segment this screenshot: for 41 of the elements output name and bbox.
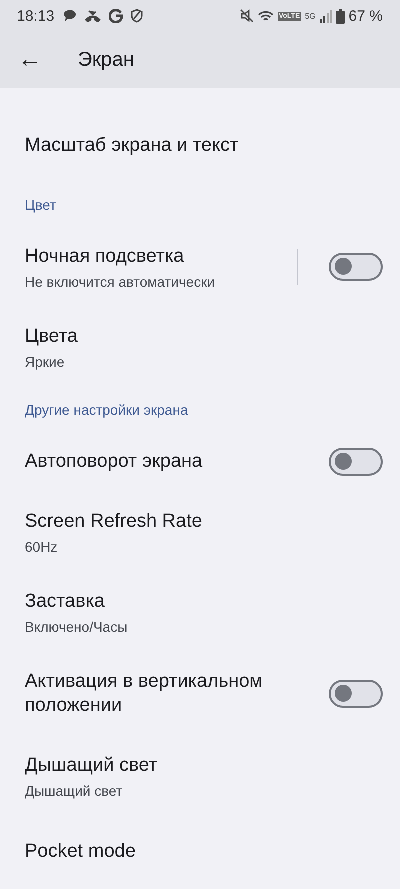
item-title: Цвета bbox=[25, 324, 79, 348]
status-time: 18:13 bbox=[17, 8, 55, 24]
settings-item[interactable]: Ночная подсветка Не включится автоматически bbox=[0, 227, 400, 307]
item-summary: Не включится автоматически bbox=[25, 274, 216, 290]
item-title: Автоповорот экрана bbox=[25, 450, 204, 474]
item-summary: Включено/Часы bbox=[25, 618, 129, 634]
item-title: Активация в вертикальном положении bbox=[25, 670, 264, 718]
item-title: Ночная подсветка bbox=[25, 244, 186, 268]
item-summary: Дышащий свет bbox=[25, 782, 124, 798]
signal-icon bbox=[320, 10, 332, 22]
item-title: Масштаб экрана и текст bbox=[25, 134, 240, 158]
settings-item[interactable]: Pocket mode bbox=[0, 816, 400, 888]
missed-call-icon bbox=[84, 10, 101, 22]
settings-item[interactable]: Активация в вертикальном положении bbox=[0, 652, 400, 736]
item-title: Заставка bbox=[25, 590, 106, 614]
settings-item[interactable]: Дышащий свет Дышащий свет bbox=[0, 736, 400, 816]
wifi-icon bbox=[258, 10, 274, 22]
settings-item[interactable]: Масштаб экрана и текст bbox=[0, 110, 400, 182]
item-title: Screen Refresh Rate bbox=[25, 510, 204, 534]
settings-item[interactable]: Цвета Яркие bbox=[0, 307, 400, 387]
shield-icon bbox=[130, 9, 143, 23]
item-summary: Яркие bbox=[25, 354, 66, 370]
item-summary: 60Hz bbox=[25, 538, 59, 554]
page-title: Экран bbox=[78, 48, 134, 72]
settings-item[interactable]: Заставка Включено/Часы bbox=[0, 572, 400, 652]
toggle-switch[interactable] bbox=[329, 448, 383, 476]
g-icon bbox=[108, 9, 123, 23]
settings-item[interactable]: Автоповорот экрана bbox=[0, 432, 400, 492]
battery-percent: 67 % bbox=[348, 8, 383, 24]
network-label: 5G bbox=[305, 12, 316, 20]
back-button[interactable]: ← bbox=[18, 42, 42, 78]
toggle-switch[interactable] bbox=[329, 680, 383, 708]
message-icon bbox=[62, 10, 77, 22]
section-header: Цвет bbox=[24, 196, 58, 215]
item-title: Pocket mode bbox=[25, 840, 137, 864]
battery-icon bbox=[336, 8, 345, 24]
toggle-switch[interactable] bbox=[329, 253, 383, 281]
mute-icon bbox=[240, 9, 254, 23]
settings-item[interactable]: Screen Refresh Rate 60Hz bbox=[0, 492, 400, 572]
item-title: Дышащий свет bbox=[25, 754, 158, 778]
section-header: Другие настройки экрана bbox=[24, 400, 190, 420]
